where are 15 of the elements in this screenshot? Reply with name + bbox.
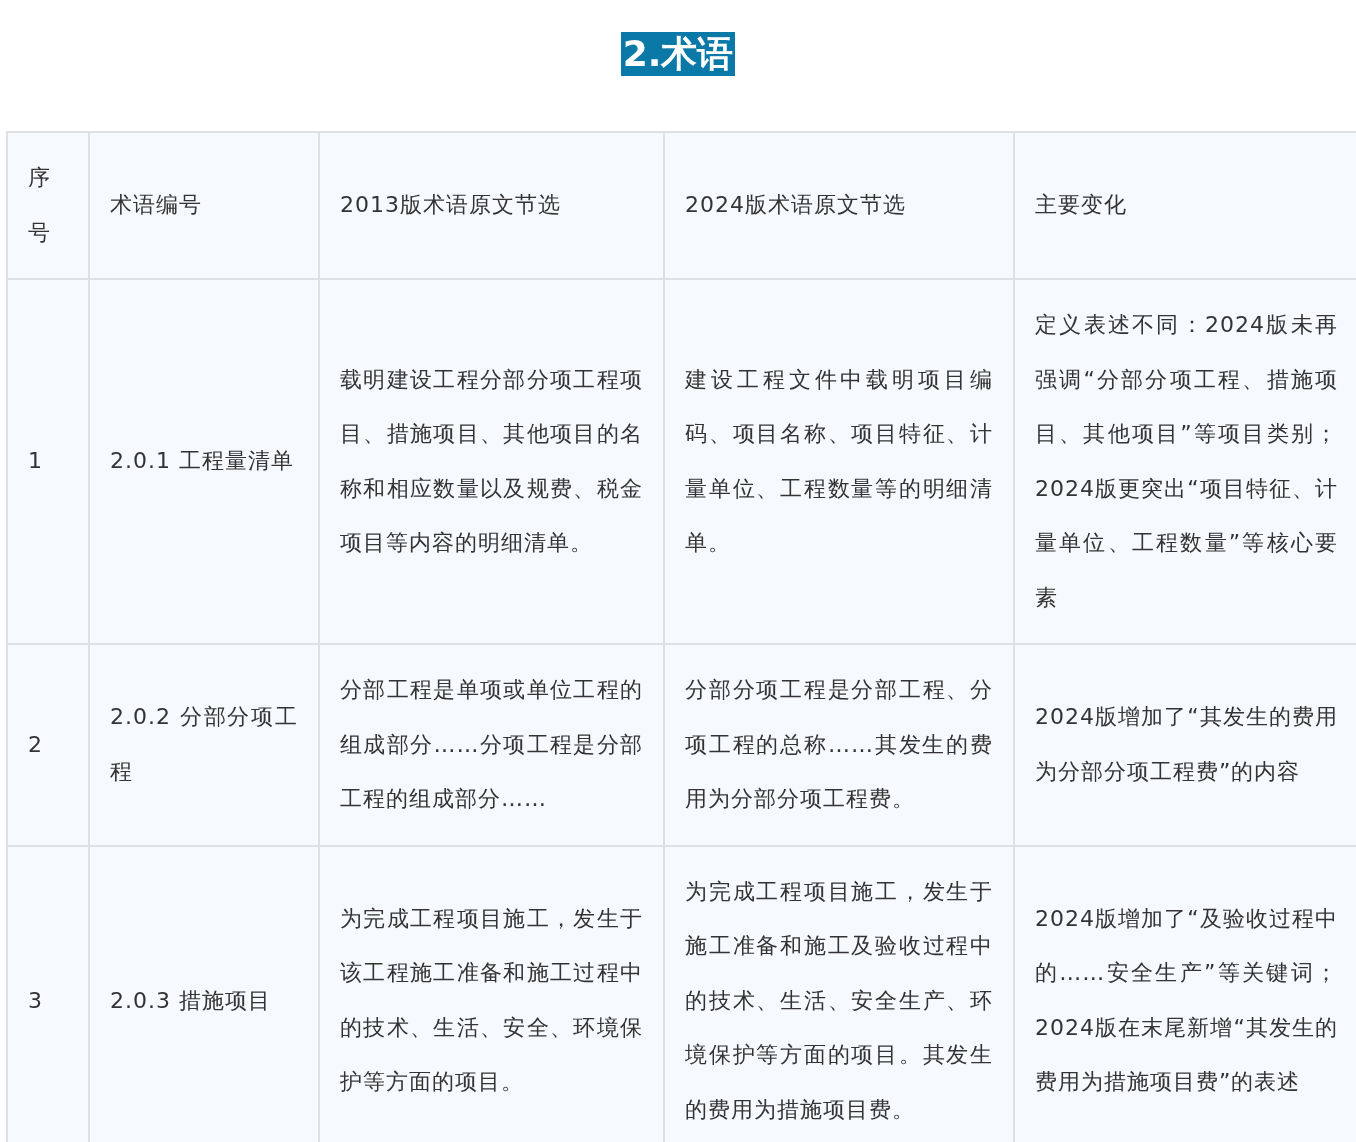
table-cell: 建设工程文件中载明项目编码、项目名称、项目特征、计量单位、工程数量等的明细清单。 [664, 279, 1014, 644]
table-cell: 2.0.1 工程量清单 [89, 279, 319, 644]
table-cell: 3 [7, 845, 89, 1142]
table-cell: 2 [7, 644, 89, 846]
table-cell: 分部分项工程是分部工程、分项工程的总称……其发生的费用为分部分项工程费。 [664, 644, 1014, 846]
table-cell: 1 [7, 279, 89, 644]
column-header: 序号 [7, 132, 89, 279]
column-header: 主要变化 [1014, 132, 1356, 279]
column-header: 术语编号 [89, 132, 319, 279]
table-cell: 2.0.2 分部分项工程 [89, 644, 319, 846]
column-header: 2013版术语原文节选 [319, 132, 664, 279]
column-header: 2024版术语原文节选 [664, 132, 1014, 279]
table-cell: 载明建设工程分部分项工程项目、措施项目、其他项目的名称和相应数量以及规费、税金项目等内容的明细清单。 [319, 279, 664, 644]
section-title: 2.术语 [620, 32, 736, 76]
table-cell: 分部工程是单项或单位工程的组成部分……分项工程是分部工程的组成部分…… [319, 644, 664, 846]
